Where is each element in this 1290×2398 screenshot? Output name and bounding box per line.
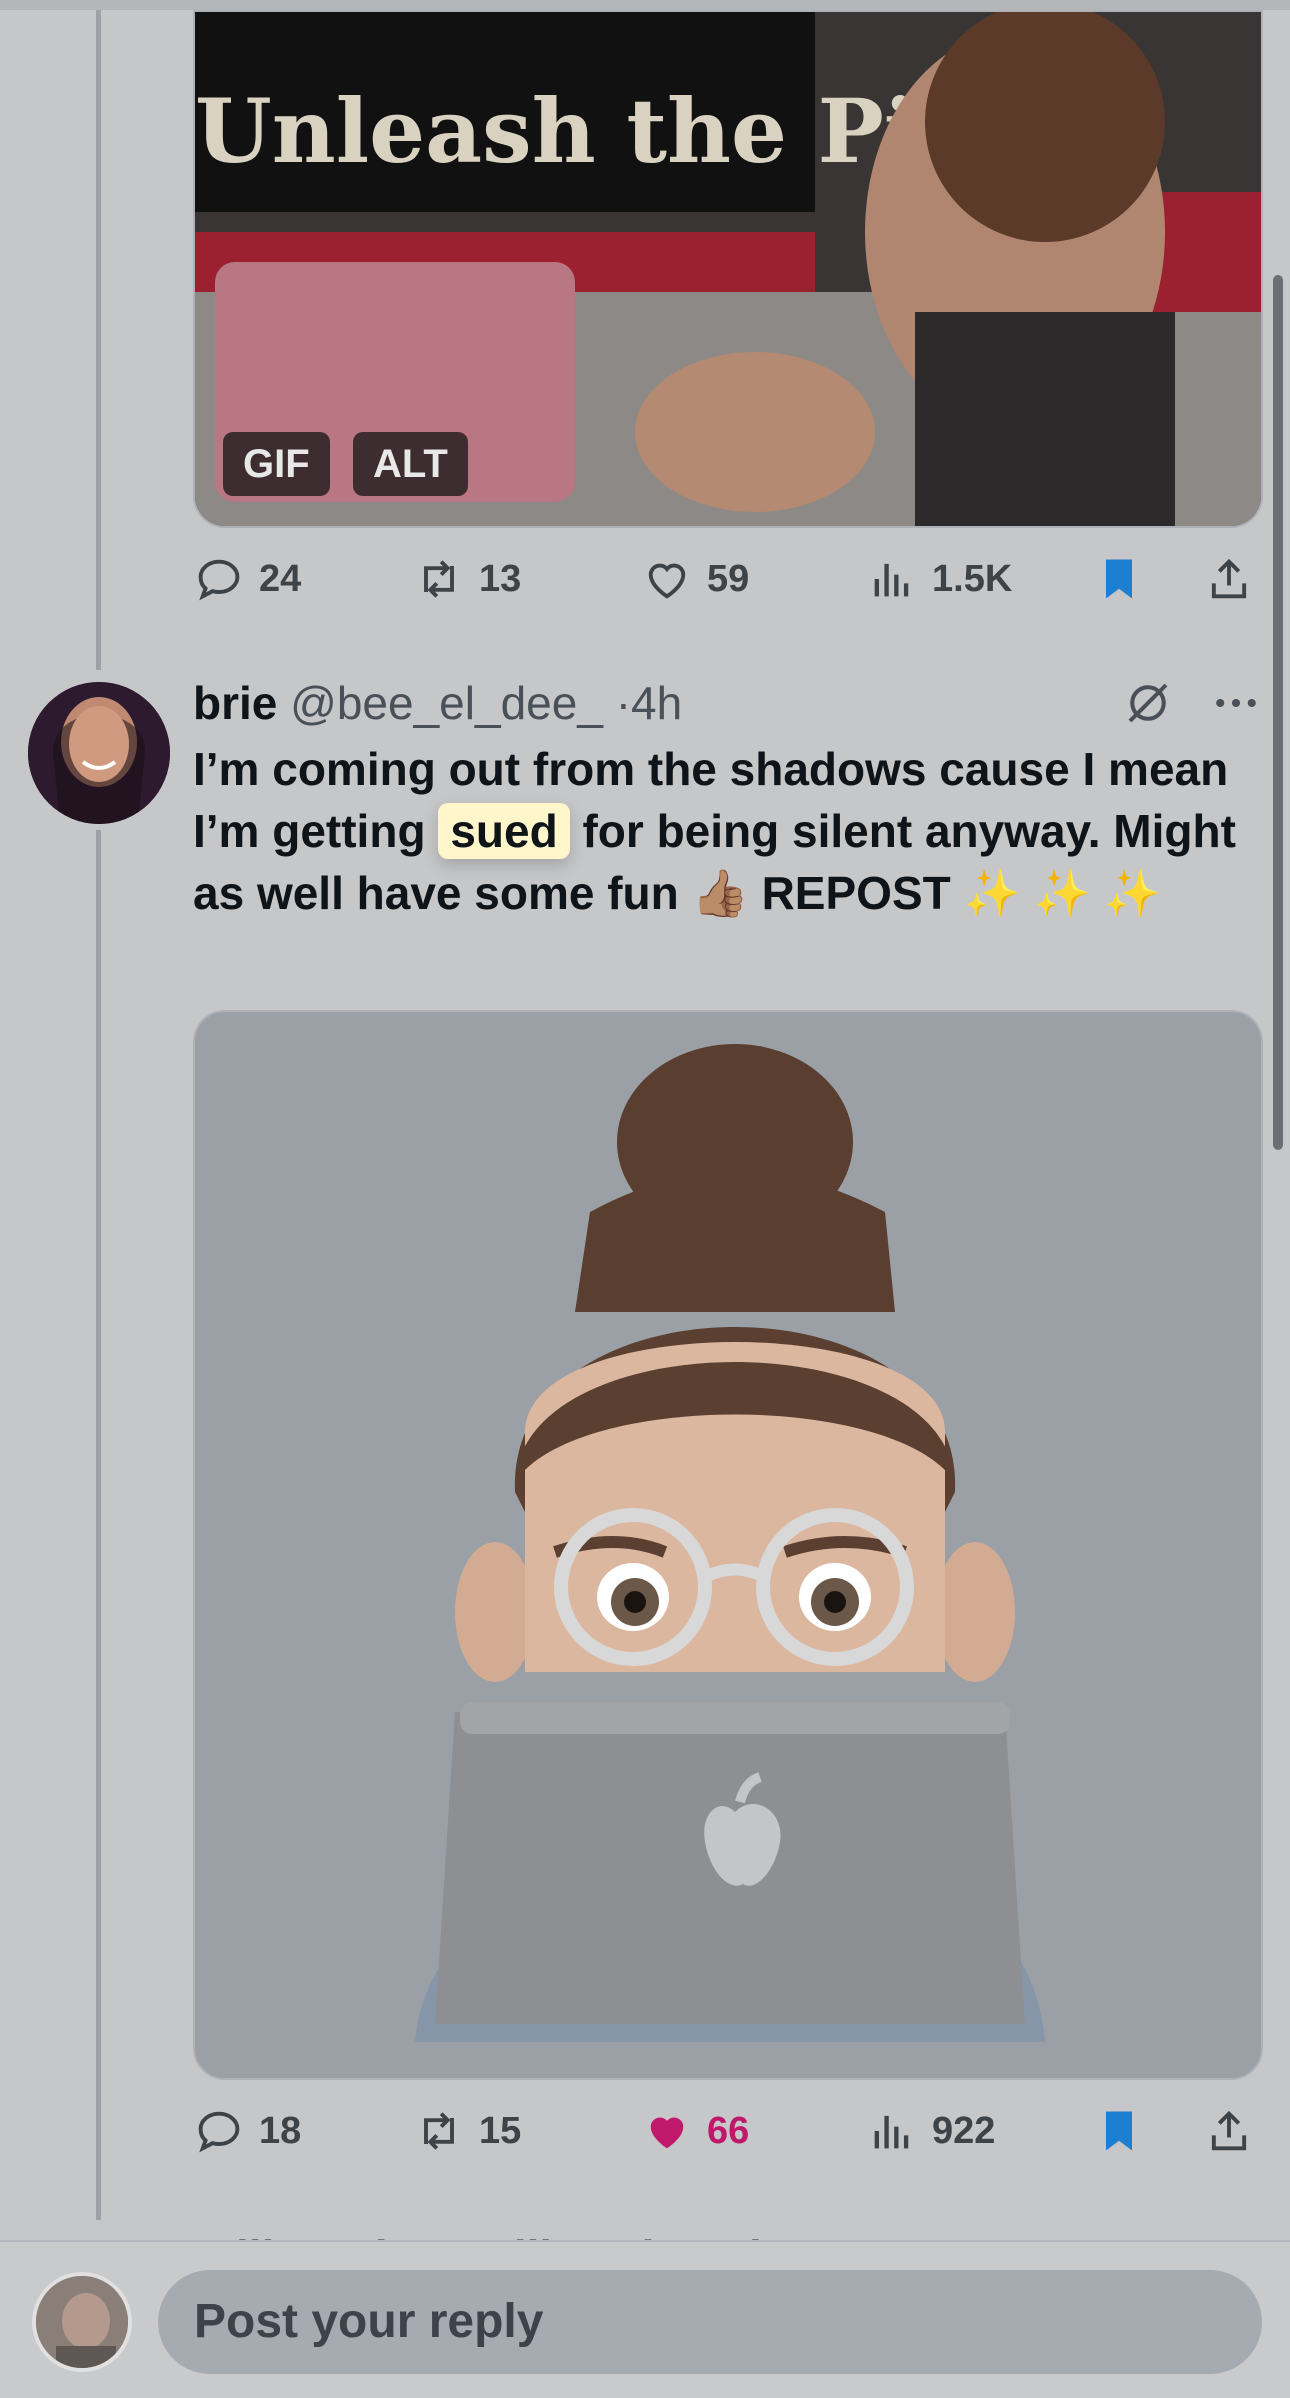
repost-button[interactable]: 15: [413, 2105, 521, 2157]
like-count: 59: [707, 557, 750, 600]
views-button[interactable]: 922: [866, 2105, 995, 2157]
bookmark-button[interactable]: [1093, 2105, 1145, 2157]
post-header: brie @bee_el_dee_ ·4h: [193, 668, 1263, 738]
bookmark-icon: [1106, 2111, 1132, 2151]
top-edge: [0, 0, 1290, 10]
separator: ·: [615, 677, 632, 729]
author-name[interactable]: brie: [193, 677, 277, 729]
views-icon: [874, 2115, 909, 2149]
share-button[interactable]: [1203, 553, 1255, 605]
share-icon: [1211, 2110, 1247, 2151]
like-button[interactable]: 59: [641, 553, 749, 605]
reply-input[interactable]: Post your reply: [158, 2270, 1262, 2374]
banner-text: Unleash the Pit: [195, 79, 958, 183]
bookmark-button[interactable]: [1093, 553, 1145, 605]
views-count: 922: [932, 2109, 996, 2152]
scrollbar[interactable]: [1273, 275, 1283, 1150]
header-icons: [1121, 668, 1263, 738]
grok-icon[interactable]: [1121, 676, 1175, 730]
post-image[interactable]: [193, 1010, 1263, 2080]
heart-icon: [648, 563, 686, 599]
author-avatar[interactable]: [28, 682, 170, 824]
post-text: I’m coming out from the shadows cause I …: [193, 738, 1263, 924]
thread-line: [96, 830, 101, 2220]
views-icon: [874, 563, 909, 597]
post-time[interactable]: 4h: [631, 677, 682, 729]
heart-filled-icon: [650, 2117, 684, 2149]
more-icon[interactable]: [1209, 676, 1263, 730]
bookmark-icon: [1106, 559, 1132, 599]
gif-badge: GIF: [223, 432, 330, 496]
highlighted-word: sued: [438, 803, 570, 859]
repost-count: 15: [479, 2109, 522, 2152]
avatar-image: [28, 682, 170, 824]
post-actions: 18 15 66 922: [193, 2096, 1263, 2166]
repost-icon: [424, 560, 454, 598]
thread-line: [96, 10, 101, 670]
author-handle[interactable]: @bee_el_dee_: [290, 677, 603, 729]
reply-icon: [198, 2111, 240, 2153]
reply-icon: [198, 559, 240, 601]
memoji-image: [195, 1012, 1261, 2078]
share-icon: [1211, 558, 1247, 599]
views-button[interactable]: 1.5K: [866, 553, 1012, 605]
reply-button[interactable]: 18: [193, 2105, 301, 2157]
user-avatar[interactable]: [32, 2272, 132, 2372]
user-avatar-image: [36, 2276, 128, 2368]
alt-badge[interactable]: ALT: [353, 432, 468, 496]
repost-count: 13: [479, 557, 522, 600]
like-button[interactable]: 66: [641, 2105, 749, 2157]
repost-button[interactable]: 13: [413, 553, 521, 605]
reply-bar: Post your reply: [0, 2240, 1290, 2398]
gif-media[interactable]: Unleash the Pit GIF ALT: [193, 10, 1263, 528]
like-count: 66: [707, 2109, 750, 2152]
reply-count: 24: [259, 557, 302, 600]
repost-icon: [424, 2112, 454, 2150]
reply-count: 18: [259, 2109, 302, 2152]
reply-button[interactable]: 24: [193, 553, 301, 605]
gif-post-actions: 24 13 59 1.5K: [193, 544, 1263, 614]
views-count: 1.5K: [932, 557, 1013, 600]
next-post-preview[interactable]: Will Angle @WillAngle0 Sha: [193, 2222, 1263, 2240]
share-button[interactable]: [1203, 2105, 1255, 2157]
